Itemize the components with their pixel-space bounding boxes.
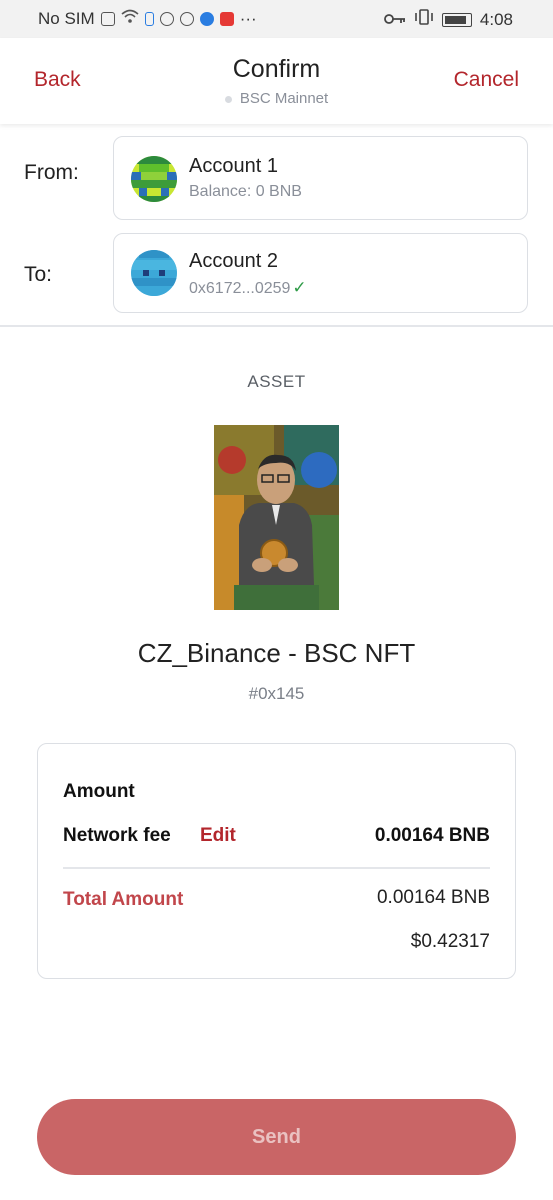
app-icon bbox=[219, 12, 234, 26]
account-1-avatar bbox=[131, 156, 177, 202]
send-button[interactable]: Send bbox=[37, 1099, 516, 1175]
network-dot-icon bbox=[224, 95, 232, 103]
total-amount-label: Total Amount bbox=[63, 889, 184, 910]
total-amount-usd: $0.42317 bbox=[410, 931, 490, 952]
settings-icon bbox=[159, 12, 174, 26]
to-address-text: 0x6172...0259 bbox=[189, 280, 291, 297]
section-divider bbox=[0, 325, 553, 327]
to-account-name: Account 2 bbox=[189, 250, 278, 272]
to-account-selector[interactable]: Account 2 0x6172...0259 ✓ bbox=[113, 233, 528, 313]
summary-divider bbox=[63, 867, 490, 869]
asset-section-label: ASSET bbox=[247, 372, 306, 391]
key-icon bbox=[384, 10, 406, 30]
sim-alert-icon bbox=[100, 12, 115, 26]
nft-name: CZ_Binance - BSC NFT bbox=[137, 638, 416, 668]
vibrate-icon bbox=[414, 9, 434, 30]
chrome-icon bbox=[179, 12, 194, 26]
from-account-balance: Balance: 0 BNB bbox=[189, 183, 302, 200]
network-name: BSC Mainnet bbox=[239, 90, 329, 107]
from-label: From: bbox=[24, 161, 79, 184]
network-fee-value: 0.00164 BNB bbox=[374, 825, 490, 846]
nft-token-id: #0x145 bbox=[248, 684, 305, 703]
carrier-label: No SIM bbox=[38, 9, 95, 28]
verified-check-icon: ✓ bbox=[292, 278, 307, 297]
to-label: To: bbox=[24, 263, 53, 286]
battery-icon bbox=[441, 12, 472, 27]
clock: 4:08 bbox=[479, 9, 513, 29]
battery-saver-icon bbox=[144, 12, 154, 26]
from-account-selector[interactable]: Account 1 Balance: 0 BNB bbox=[113, 136, 528, 220]
nft-image bbox=[214, 425, 339, 610]
cancel-button[interactable]: Cancel bbox=[454, 68, 519, 92]
header: Back Confirm BSC Mainnet Cancel bbox=[0, 38, 553, 124]
network-indicator: BSC Mainnet bbox=[0, 90, 553, 107]
transaction-summary-card: Amount Network fee Edit 0.00164 BNB Tota… bbox=[37, 743, 516, 979]
status-bar: No SIM ··· 4:08 bbox=[0, 0, 553, 38]
browser-icon bbox=[199, 12, 214, 26]
to-account-address: 0x6172...0259 ✓ bbox=[189, 278, 307, 298]
wifi-icon bbox=[121, 9, 139, 29]
network-fee-label: Network fee bbox=[63, 825, 171, 846]
account-2-avatar bbox=[131, 250, 177, 296]
from-account-name: Account 1 bbox=[189, 155, 278, 177]
amount-label: Amount bbox=[63, 781, 135, 802]
total-amount-value: 0.00164 BNB bbox=[376, 887, 490, 908]
more-icon: ··· bbox=[239, 9, 257, 28]
edit-fee-button[interactable]: Edit bbox=[200, 825, 236, 847]
